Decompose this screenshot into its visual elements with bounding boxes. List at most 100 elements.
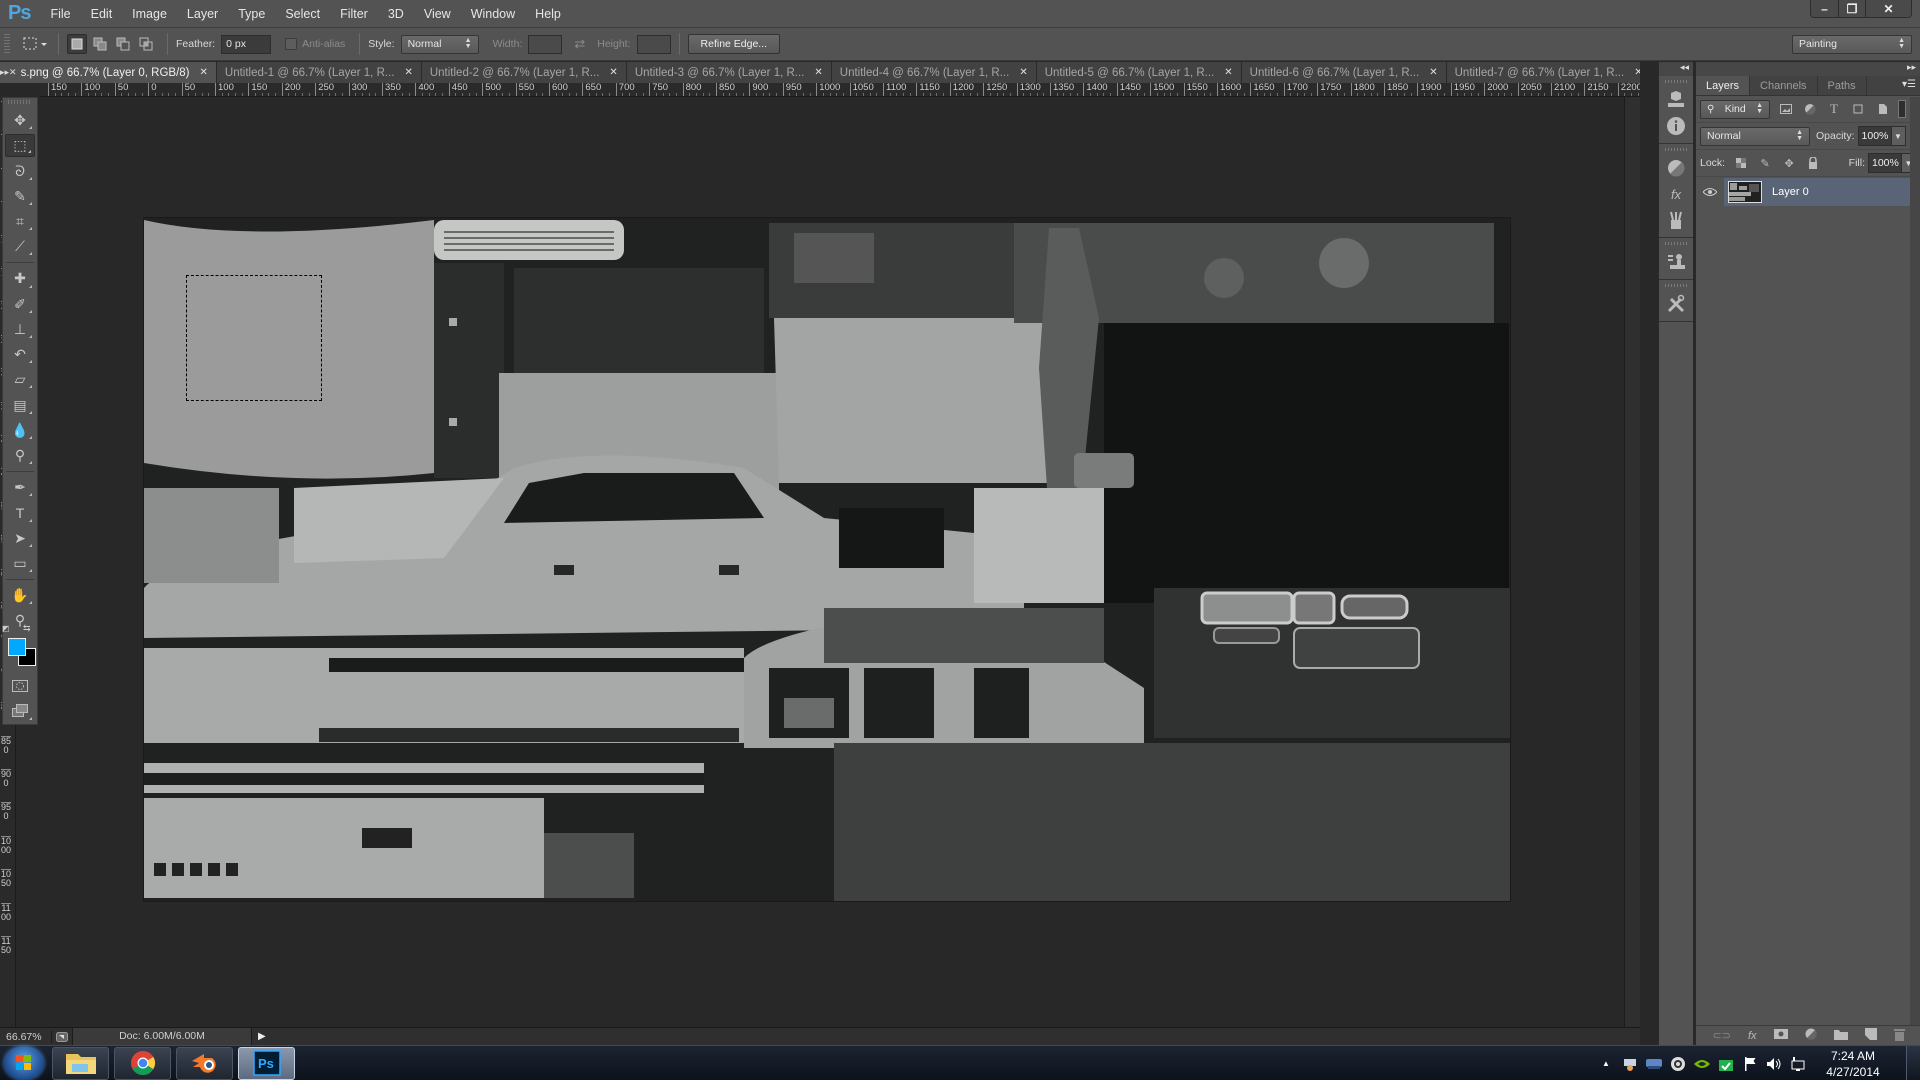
rectangle-shape-tool[interactable]: ▭ xyxy=(5,552,35,575)
sync-check-icon[interactable] xyxy=(1715,1053,1737,1075)
panel-menu-icon[interactable]: ▾☰ xyxy=(1902,79,1916,90)
gradient-tool[interactable]: ▤ xyxy=(5,393,35,416)
anti-alias-checkbox[interactable] xyxy=(285,38,298,50)
minimize-button[interactable]: – xyxy=(1811,0,1838,17)
filter-toggle[interactable] xyxy=(1898,100,1906,118)
vertical-scrollbar[interactable] xyxy=(1624,97,1640,1027)
dock-grip[interactable] xyxy=(1665,242,1687,245)
document-tab[interactable]: Untitled-6 @ 66.7% (Layer 1, R... ✕ xyxy=(1241,62,1447,83)
steam-icon[interactable] xyxy=(1667,1053,1689,1075)
type-tool[interactable]: T xyxy=(5,501,35,524)
delete-layer-icon[interactable] xyxy=(1893,1028,1905,1044)
history-brush-tool[interactable]: ↶ xyxy=(5,343,35,366)
filter-type-icon[interactable]: T xyxy=(1822,99,1846,119)
dock-grip[interactable] xyxy=(1665,80,1687,83)
eyedropper-tool[interactable]: ⟋ xyxy=(5,235,35,258)
show-hidden-icons-icon[interactable]: ▲ xyxy=(1595,1053,1617,1075)
tool-preset-picker[interactable] xyxy=(20,33,50,55)
link-layers-icon[interactable]: ⊂⊃ xyxy=(1713,1029,1731,1042)
filter-pixel-icon[interactable] xyxy=(1774,99,1798,119)
menu-3d[interactable]: 3D xyxy=(378,7,414,21)
info-icon[interactable] xyxy=(1659,113,1693,139)
filter-shape-icon[interactable] xyxy=(1846,99,1870,119)
network-sharing-icon[interactable] xyxy=(1619,1053,1641,1075)
add-mask-icon[interactable] xyxy=(1773,1029,1788,1042)
fill-input[interactable]: 100% xyxy=(1868,153,1902,173)
toolbar-collapse[interactable]: ▸▸ ✕ xyxy=(0,62,17,83)
document-tab[interactable]: Untitled-4 @ 66.7% (Layer 1, R... ✕ xyxy=(831,62,1037,83)
style-select[interactable]: Normal ▲ ▼ xyxy=(400,34,479,54)
blur-tool[interactable]: 💧 xyxy=(5,419,35,442)
brush-presets-icon[interactable] xyxy=(1659,207,1693,233)
selection-marquee[interactable] xyxy=(186,275,322,401)
system-clock[interactable]: 7:24 AM 4/27/2014 xyxy=(1816,1048,1890,1080)
visibility-eye-icon[interactable] xyxy=(1696,188,1724,196)
tab-channels[interactable]: Channels xyxy=(1750,76,1818,95)
brush-tool[interactable]: ✐ xyxy=(5,293,35,316)
path-selection-tool[interactable]: ➤ xyxy=(5,527,35,550)
close-tab-icon[interactable]: ✕ xyxy=(1224,67,1232,78)
document-tab[interactable]: Untitled-5 @ 66.7% (Layer 1, R... ✕ xyxy=(1036,62,1242,83)
show-desktop-button[interactable] xyxy=(1906,1046,1920,1080)
workspace-select[interactable]: Painting ▲ ▼ xyxy=(1792,34,1912,54)
crop-tool[interactable]: ⌗ xyxy=(5,210,35,233)
subtract-from-selection-button[interactable] xyxy=(113,34,133,54)
eraser-tool[interactable]: ▱ xyxy=(5,368,35,391)
toolbar-grip[interactable] xyxy=(8,100,32,104)
layer-row[interactable]: Layer 0 xyxy=(1696,178,1920,206)
gamepad-icon[interactable] xyxy=(1643,1053,1665,1075)
canvas-area[interactable] xyxy=(16,97,1640,1027)
spot-healing-tool[interactable]: ✚ xyxy=(5,267,35,290)
menu-type[interactable]: Type xyxy=(228,7,275,21)
new-layer-icon[interactable] xyxy=(1864,1028,1877,1043)
swap-colors-icon[interactable]: ⇆ xyxy=(23,623,31,634)
document-canvas[interactable] xyxy=(144,218,1510,901)
menu-help[interactable]: Help xyxy=(525,7,571,21)
dodge-tool[interactable]: ⚲ xyxy=(5,444,35,467)
new-selection-button[interactable] xyxy=(67,34,87,54)
menu-select[interactable]: Select xyxy=(275,7,330,21)
close-tab-icon[interactable]: ✕ xyxy=(1019,67,1027,78)
document-tab[interactable]: Untitled-2 @ 66.7% (Layer 1, R... ✕ xyxy=(421,62,627,83)
foreground-color-swatch[interactable] xyxy=(8,637,26,656)
feather-input[interactable]: 0 px xyxy=(221,34,272,54)
taskbar-photoshop[interactable]: Ps xyxy=(238,1046,295,1080)
opacity-input[interactable]: 100% xyxy=(1857,126,1892,146)
dock-grip[interactable] xyxy=(1665,284,1687,287)
proof-icon[interactable] xyxy=(52,1031,72,1042)
network-icon[interactable] xyxy=(1787,1053,1809,1075)
rectangular-marquee-tool[interactable]: ⬚ xyxy=(5,134,35,158)
close-tab-icon[interactable]: ✕ xyxy=(404,67,412,78)
taskbar-google-chrome[interactable] xyxy=(114,1046,171,1080)
close-tab-icon[interactable]: ✕ xyxy=(200,67,208,78)
taskbar-windows-explorer[interactable] xyxy=(52,1046,109,1080)
height-input[interactable] xyxy=(636,34,671,54)
adjustments-icon[interactable] xyxy=(1659,155,1693,181)
add-to-selection-button[interactable] xyxy=(90,34,110,54)
menu-window[interactable]: Window xyxy=(461,7,525,21)
clone-stamp-tool[interactable]: ⊥ xyxy=(5,318,35,341)
filter-kind-select[interactable]: ⚲ Kind ▲ ▼ xyxy=(1700,99,1770,119)
menu-layer[interactable]: Layer xyxy=(177,7,228,21)
menu-image[interactable]: Image xyxy=(122,7,177,21)
zoom-level[interactable]: 66.67% xyxy=(0,1030,52,1043)
3d-properties-icon[interactable] xyxy=(1659,87,1693,113)
styles-icon[interactable]: fx xyxy=(1659,181,1693,207)
blend-mode-select[interactable]: Normal ▲ ▼ xyxy=(1700,126,1810,146)
intersect-selection-button[interactable] xyxy=(136,34,156,54)
quick-mask-button[interactable] xyxy=(5,674,35,697)
layer-item-selected[interactable]: Layer 0 xyxy=(1724,178,1910,206)
tab-paths[interactable]: Paths xyxy=(1818,76,1867,95)
expand-icon[interactable]: ▸▸ xyxy=(0,67,9,78)
swap-width-height-icon[interactable]: ⇄ xyxy=(574,36,585,52)
start-button[interactable] xyxy=(4,1046,44,1080)
clone-source-icon[interactable] xyxy=(1659,249,1693,275)
lock-transparent-pixels-icon[interactable] xyxy=(1729,153,1753,173)
status-menu-arrow-icon[interactable]: ▶ xyxy=(258,1031,266,1042)
options-bar-grip[interactable] xyxy=(4,34,10,54)
close-button[interactable]: ✕ xyxy=(1865,0,1911,17)
close-tab-icon[interactable]: ✕ xyxy=(1429,67,1437,78)
lock-all-icon[interactable] xyxy=(1801,153,1825,173)
tool-presets-icon[interactable] xyxy=(1659,291,1693,317)
opacity-dropdown-icon[interactable]: ▼ xyxy=(1891,126,1906,146)
